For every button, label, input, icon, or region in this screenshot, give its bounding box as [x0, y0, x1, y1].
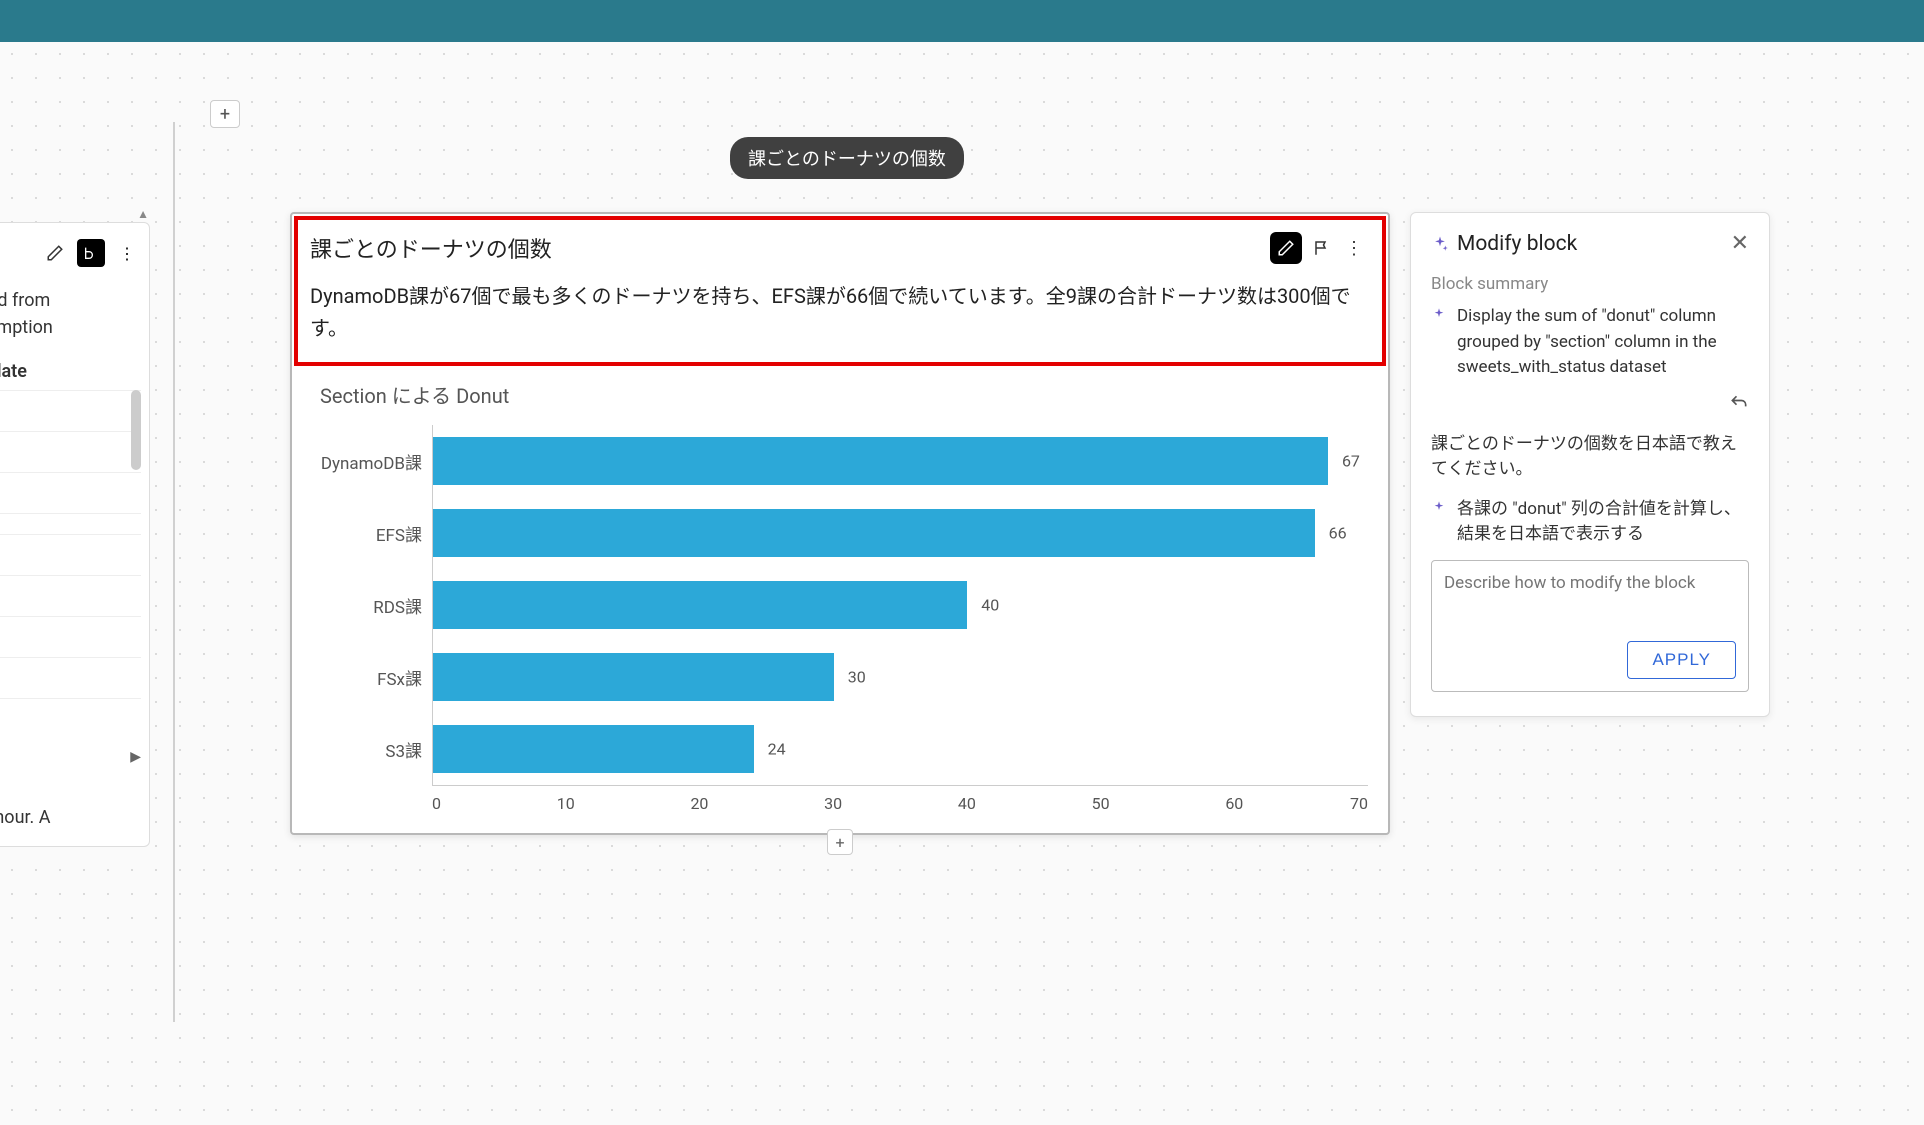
- chart-plot-area: 67 66 40 30 24: [432, 425, 1368, 786]
- y-axis-label: DynamoDB課: [312, 425, 422, 497]
- undo-row: [1431, 393, 1749, 418]
- block-tooltip: 課ごとのドーナツの個数: [730, 137, 964, 179]
- tooltip-text: 課ごとのドーナツの個数: [748, 149, 946, 170]
- block-summary-row: Display the sum of "donut" column groupe…: [1431, 304, 1749, 381]
- x-axis-tick: 10: [499, 794, 633, 813]
- block-summary-text: DynamoDB課が67個で最も多くのドーナツを持ち、EFS課が66個で続いてい…: [310, 280, 1366, 344]
- main-chart-block[interactable]: 課ごとのドーナツの個数 ⋮ DynamoDB課が67個で最も多くのドーナツを持ち…: [290, 212, 1390, 835]
- apply-row: APPLY: [1444, 641, 1736, 679]
- table-row: 9: [0, 390, 141, 431]
- chart-title: Section による Donut: [320, 380, 1368, 409]
- scroll-up-icon[interactable]: ▲: [137, 207, 149, 221]
- play-icon[interactable]: ▶: [130, 749, 141, 765]
- table-row: 2: [0, 431, 141, 472]
- chart-x-axis: 010203040506070: [432, 794, 1368, 813]
- flag-icon[interactable]: [1310, 236, 1334, 260]
- left-table-body: 92335491: [0, 390, 141, 739]
- more-options-icon[interactable]: ⋮: [1342, 236, 1366, 260]
- left-play-row: ▶: [0, 739, 141, 765]
- table-row: 3: [0, 534, 141, 575]
- side-title-text: Modify block: [1457, 232, 1577, 256]
- block-summary-content: Display the sum of "donut" column groupe…: [1457, 304, 1749, 381]
- table-row: [0, 513, 141, 534]
- left-panel-header: ⋮: [0, 239, 141, 267]
- chart-bar[interactable]: 30: [433, 653, 834, 701]
- x-axis-tick: 50: [1034, 794, 1168, 813]
- x-axis-tick: 0: [432, 794, 499, 813]
- modify-block-panel: Modify block ✕ Block summary Display the…: [1410, 212, 1770, 717]
- chart-y-axis-labels: DynamoDB課EFS課RDS課FSx課S3課: [312, 425, 432, 786]
- bar-value-label: 30: [848, 668, 866, 687]
- sparkle-icon: [1431, 500, 1447, 548]
- left-column-header: nocolate ▲: [0, 361, 141, 382]
- parameter-icon[interactable]: [77, 239, 105, 267]
- chart-bar[interactable]: 24: [433, 725, 754, 773]
- x-axis-tick: 70: [1301, 794, 1368, 813]
- left-block-panel: ⋮ racted from onsumption nocolate ▲ 9233…: [0, 222, 150, 847]
- edit-button[interactable]: [1270, 232, 1302, 264]
- bar-value-label: 24: [768, 740, 786, 759]
- more-icon[interactable]: ⋮: [113, 239, 141, 267]
- x-axis-tick: 30: [766, 794, 900, 813]
- bar-row: 40: [433, 569, 1368, 641]
- ai-response-text: 各課の "donut" 列の合計値を計算し、結果を日本語で表示する: [1457, 497, 1749, 548]
- chart-bar[interactable]: 67: [433, 437, 1328, 485]
- left-text-line: racted from: [0, 287, 141, 314]
- side-panel-header: Modify block ✕: [1431, 231, 1749, 256]
- modify-input[interactable]: [1444, 573, 1736, 629]
- bar-value-label: 66: [1329, 524, 1347, 543]
- block-title: 課ごとのドーナツの個数: [310, 232, 552, 264]
- table-row: 1: [0, 698, 141, 739]
- col-header-text: nocolate: [0, 361, 27, 382]
- pencil-icon[interactable]: [41, 239, 69, 267]
- bar-row: 30: [433, 641, 1368, 713]
- sparkle-icon: [1431, 307, 1447, 381]
- bar-row: 66: [433, 497, 1368, 569]
- y-axis-label: FSx課: [312, 642, 422, 714]
- vertical-divider: [173, 122, 175, 1022]
- chart-body: DynamoDB課EFS課RDS課FSx課S3課 67 66 40 30 24: [312, 425, 1368, 786]
- ai-response-row: 各課の "donut" 列の合計値を計算し、結果を日本語で表示する: [1431, 497, 1749, 548]
- table-row: 4: [0, 616, 141, 657]
- close-icon[interactable]: ✕: [1731, 231, 1749, 256]
- y-axis-label: RDS課: [312, 569, 422, 641]
- x-axis-tick: 20: [633, 794, 767, 813]
- modify-input-container: APPLY: [1431, 560, 1749, 692]
- scrollbar-thumb[interactable]: [131, 390, 141, 470]
- add-block-below-button[interactable]: +: [827, 829, 853, 855]
- add-section-button[interactable]: +: [210, 100, 240, 128]
- highlighted-section: 課ごとのドーナツの個数 ⋮ DynamoDB課が67個で最も多くのドーナツを持ち…: [294, 216, 1386, 366]
- table-row: 9: [0, 657, 141, 698]
- undo-icon[interactable]: [1729, 393, 1749, 418]
- block-summary-label: Block summary: [1431, 274, 1749, 294]
- side-panel-title: Modify block: [1431, 232, 1577, 256]
- table-row: 5: [0, 575, 141, 616]
- chart-container: Section による Donut DynamoDB課EFS課RDS課FSx課S…: [292, 368, 1388, 833]
- plus-icon: +: [220, 104, 230, 125]
- bar-value-label: 40: [981, 596, 999, 615]
- user-request-text: 課ごとのドーナツの個数を日本語で教えてください。: [1431, 432, 1749, 483]
- sparkle-icon: [1431, 235, 1449, 253]
- top-bar: [0, 0, 1924, 42]
- left-bottom-text: n by hour. A: [0, 805, 141, 830]
- plus-icon: +: [835, 833, 844, 852]
- canvas-area: + 課ごとのドーナツの個数 ⋮ racted from onsumption n…: [0, 42, 1924, 1125]
- bar-row: 24: [433, 713, 1368, 785]
- table-row: 3: [0, 472, 141, 513]
- block-header: 課ごとのドーナツの個数 ⋮: [310, 232, 1366, 264]
- chart-bar[interactable]: 40: [433, 581, 967, 629]
- block-actions: ⋮: [1270, 232, 1366, 264]
- x-axis-tick: 60: [1167, 794, 1301, 813]
- bar-row: 67: [433, 425, 1368, 497]
- bar-value-label: 67: [1342, 452, 1360, 471]
- apply-button[interactable]: APPLY: [1627, 641, 1736, 679]
- y-axis-label: S3課: [312, 714, 422, 786]
- left-text-line: onsumption: [0, 314, 141, 341]
- x-axis-tick: 40: [900, 794, 1034, 813]
- chart-bar[interactable]: 66: [433, 509, 1315, 557]
- y-axis-label: EFS課: [312, 497, 422, 569]
- left-description: racted from onsumption: [0, 287, 141, 341]
